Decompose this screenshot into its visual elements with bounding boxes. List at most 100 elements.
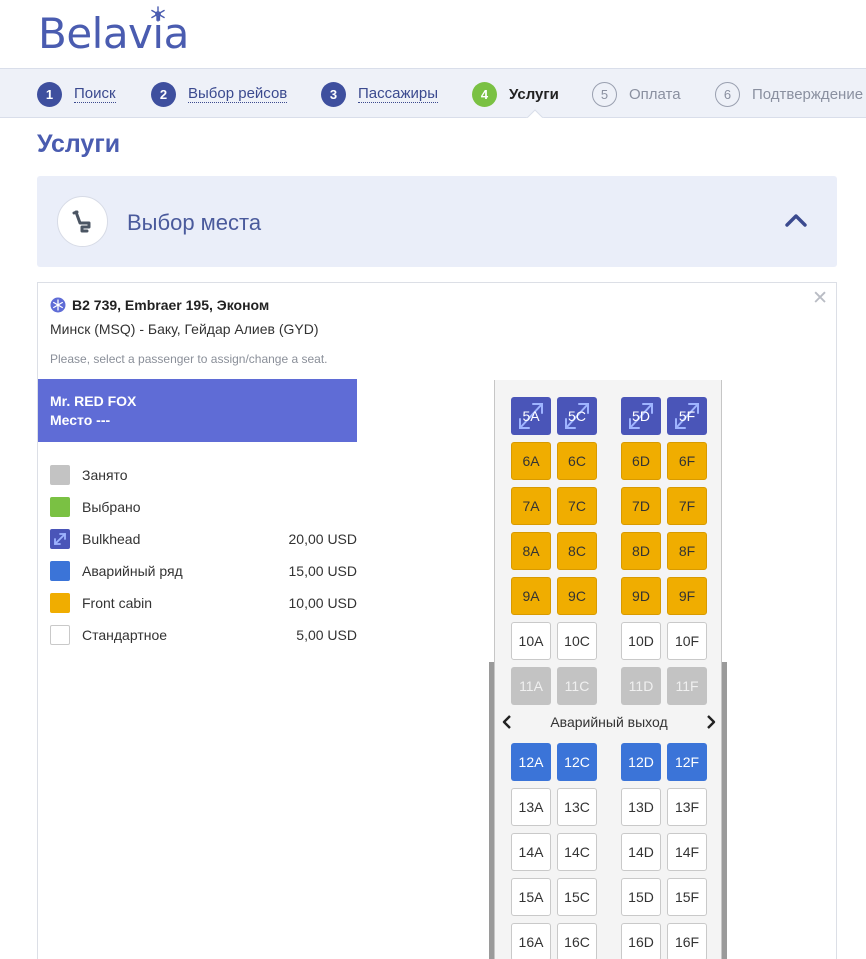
seat-5d[interactable]: 5D	[621, 397, 661, 435]
step-label: Выбор рейсов	[188, 85, 288, 103]
seat-5a[interactable]: 5A	[511, 397, 551, 435]
seat-16a[interactable]: 16A	[511, 923, 551, 959]
seat-icon	[72, 210, 90, 232]
seat-8d[interactable]: 8D	[621, 532, 661, 570]
step-number: 4	[472, 81, 497, 107]
step-payment: 5 Оплата	[592, 81, 681, 107]
step-label: Пассажиры	[358, 85, 439, 103]
seat-15c[interactable]: 15C	[557, 878, 597, 916]
step-flight-selection[interactable]: 2 Выбор рейсов	[151, 81, 288, 107]
seat-15f[interactable]: 15F	[667, 878, 707, 916]
seat-7f[interactable]: 7F	[667, 487, 707, 525]
seat-14c[interactable]: 14C	[557, 833, 597, 871]
legend-item: Занято	[50, 459, 357, 491]
seat-label: 11D	[628, 678, 654, 694]
seat-12f[interactable]: 12F	[667, 743, 707, 781]
exit-label: Аварийный выход	[550, 714, 668, 730]
seat-13f[interactable]: 13F	[667, 788, 707, 826]
seat-label: 9A	[522, 588, 540, 604]
legend-item: Bulkhead 20,00 USD	[50, 523, 357, 555]
seat-7c[interactable]: 7C	[557, 487, 597, 525]
standard-swatch	[50, 625, 70, 645]
legend-label: Front cabin	[82, 595, 153, 611]
legend-item: Выбрано	[50, 491, 357, 523]
seat-label: 10C	[564, 633, 590, 649]
seat-13a[interactable]: 13A	[511, 788, 551, 826]
legend-price: 15,00 USD	[288, 563, 357, 579]
legend-item: Front cabin 10,00 USD	[50, 587, 357, 619]
seat-16f[interactable]: 16F	[667, 923, 707, 959]
seat-label: 15A	[518, 889, 544, 905]
step-number: 6	[715, 81, 740, 107]
seat-label: 11C	[564, 678, 590, 694]
step-number: 2	[151, 81, 176, 107]
seat-8a[interactable]: 8A	[511, 532, 551, 570]
seat-map: 5A 5C 5D 5F 6A 6C 6D 6F 7A 7C 7D 7F 8A 8C 8D 8F 9A 9C 9D 9F…	[494, 380, 722, 959]
seat-10d[interactable]: 10D	[621, 622, 661, 660]
seat-label: 14F	[674, 844, 700, 860]
step-services: 4 Услуги	[472, 81, 559, 107]
belavia-logo[interactable]: Belavia	[38, 6, 189, 58]
seat-selection-header[interactable]: Выбор места	[37, 176, 837, 267]
seat-10c[interactable]: 10C	[557, 622, 597, 660]
legend-label: Выбрано	[82, 499, 141, 515]
close-icon[interactable]: ✕	[812, 287, 828, 310]
emergency-exit-row: Аварийный выход	[502, 711, 716, 733]
seat-12a[interactable]: 12A	[511, 743, 551, 781]
seat-13d[interactable]: 13D	[621, 788, 661, 826]
step-passengers[interactable]: 3 Пассажиры	[321, 81, 439, 107]
legend-label: Bulkhead	[82, 531, 141, 547]
seat-14f[interactable]: 14F	[667, 833, 707, 871]
seat-label: 5C	[568, 408, 586, 424]
legend-item: Стандартное 5,00 USD	[50, 619, 357, 651]
seat-10f[interactable]: 10F	[667, 622, 707, 660]
seat-14a[interactable]: 14A	[511, 833, 551, 871]
legend-label: Занято	[82, 467, 128, 483]
seat-8f[interactable]: 8F	[667, 532, 707, 570]
seat-9f[interactable]: 9F	[667, 577, 707, 615]
seat-15a[interactable]: 15A	[511, 878, 551, 916]
seat-7d[interactable]: 7D	[621, 487, 661, 525]
legend-label: Аварийный ряд	[82, 563, 183, 579]
seat-12c[interactable]: 12C	[557, 743, 597, 781]
step-label: Подтверждение	[752, 85, 864, 103]
seat-9c[interactable]: 9C	[557, 577, 597, 615]
seat-14d[interactable]: 14D	[621, 833, 661, 871]
seat-legend: Занято Выбрано Bulkhead 20,00 USD Аварий…	[50, 459, 357, 651]
seat-label: 5A	[522, 408, 540, 424]
seat-6c[interactable]: 6C	[557, 442, 597, 480]
seat-10a[interactable]: 10A	[511, 622, 551, 660]
seat-label: 7F	[678, 498, 696, 514]
seat-6f[interactable]: 6F	[667, 442, 707, 480]
seat-16d[interactable]: 16D	[621, 923, 661, 959]
seat-label: 16D	[628, 934, 654, 950]
bulkhead-swatch	[50, 529, 70, 549]
seat-7a[interactable]: 7A	[511, 487, 551, 525]
seat-15d[interactable]: 15D	[621, 878, 661, 916]
seat-16c[interactable]: 16C	[557, 923, 597, 959]
active-step-pointer	[526, 109, 544, 119]
seat-8c[interactable]: 8C	[557, 532, 597, 570]
seat-13c[interactable]: 13C	[557, 788, 597, 826]
seat-5f[interactable]: 5F	[667, 397, 707, 435]
snowflake-icon	[151, 6, 165, 22]
page-title: Услуги	[37, 130, 121, 158]
chevron-up-icon[interactable]	[785, 212, 807, 228]
seat-label: 5F	[678, 408, 696, 424]
seat-6d[interactable]: 6D	[621, 442, 661, 480]
seat-label: 8A	[522, 543, 540, 559]
seat-9d[interactable]: 9D	[621, 577, 661, 615]
seat-5c[interactable]: 5C	[557, 397, 597, 435]
seat-label: 15C	[564, 889, 590, 905]
seat-label: 5D	[632, 408, 650, 424]
seat-label: 9D	[632, 588, 650, 604]
step-search[interactable]: 1 Поиск	[37, 81, 116, 107]
seat-label: 8D	[632, 543, 650, 559]
passenger-card[interactable]: Mr. RED FOX Место ---	[38, 379, 357, 442]
seat-9a[interactable]: 9A	[511, 577, 551, 615]
seat-6a[interactable]: 6A	[511, 442, 551, 480]
logo-text: Belavia	[38, 9, 189, 58]
step-label: Услуги	[509, 85, 559, 103]
passenger-hint: Please, select a passenger to assign/cha…	[50, 352, 328, 366]
seat-12d[interactable]: 12D	[621, 743, 661, 781]
